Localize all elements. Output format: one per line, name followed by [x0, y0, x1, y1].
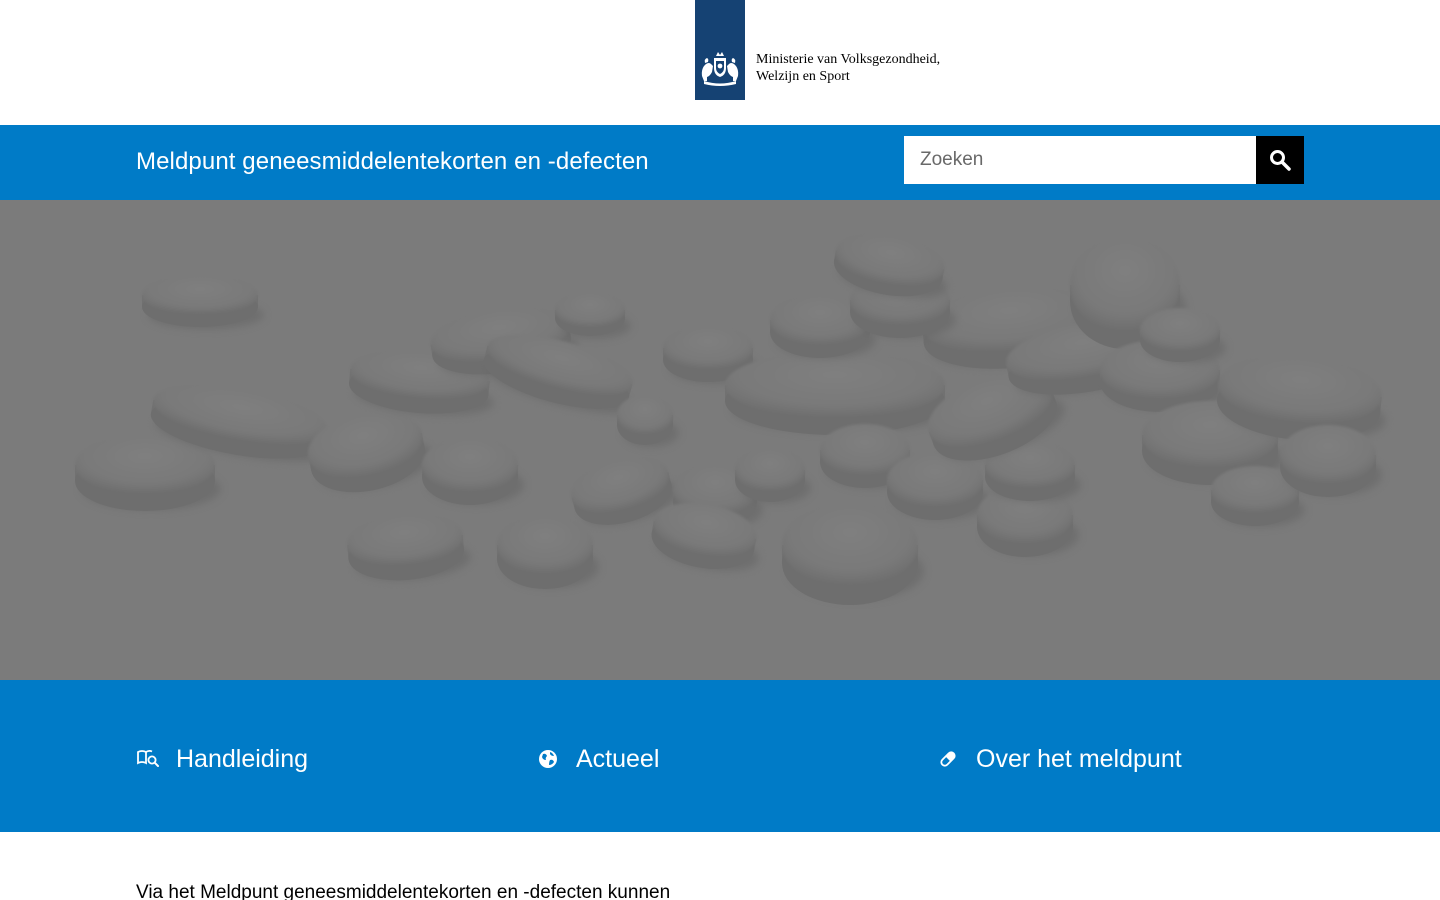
pills-photo [0, 200, 1440, 680]
quicklink-label: Handleiding [176, 745, 309, 773]
intro-text: Via het Meldpunt geneesmiddelentekorten … [136, 882, 671, 900]
ministry-name-line2: Welzijn en Sport [756, 69, 850, 84]
quicklink-actueel[interactable]: Actueel [536, 742, 659, 776]
magnifier-icon [1270, 150, 1291, 171]
pill-icon [936, 747, 960, 771]
globe-icon [536, 747, 560, 771]
site-bar: Meldpunt geneesmiddelentekorten en -defe… [0, 125, 1440, 200]
hero-image [0, 200, 1440, 680]
ministry-header: Ministerie van Volksgezondheid, Welzijn … [0, 0, 1440, 125]
quicklink-handleiding[interactable]: Handleiding [136, 742, 308, 776]
site-title[interactable]: Meldpunt geneesmiddelentekorten en -defe… [136, 147, 649, 177]
quicklink-label: Over het meldpunt [976, 745, 1182, 773]
ministry-name-line1: Ministerie van Volksgezondheid, [756, 52, 941, 67]
ministry-name: Ministerie van Volksgezondheid, Welzijn … [756, 51, 940, 85]
rijksoverheid-logo[interactable] [695, 0, 745, 100]
search-form [904, 136, 1304, 184]
search-input[interactable] [904, 136, 1256, 184]
coat-of-arms-icon [701, 52, 739, 86]
quick-links: Handleiding Actueel Over het meldpunt [0, 680, 1440, 832]
quicklink-over-het-meldpunt[interactable]: Over het meldpunt [936, 742, 1182, 776]
search-button[interactable] [1256, 136, 1304, 184]
quicklink-label: Actueel [576, 745, 660, 773]
book-search-icon [136, 747, 160, 771]
